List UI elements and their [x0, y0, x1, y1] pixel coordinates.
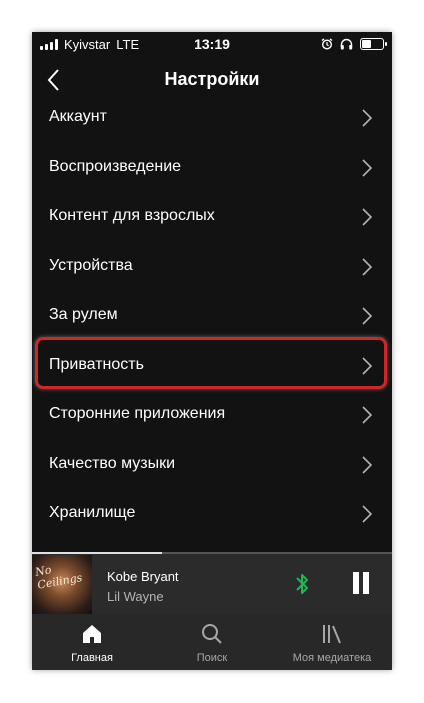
headphones-icon [340, 38, 353, 50]
tab-home[interactable]: Главная [32, 614, 152, 670]
album-cover: No Ceilings [32, 555, 92, 614]
highlight-box [35, 337, 387, 389]
tab-library-label: Моя медиатека [292, 652, 372, 664]
settings-item-label: Сторонние приложения [49, 405, 226, 422]
settings-item[interactable]: Устройства [32, 245, 392, 289]
chevron-right-icon [362, 158, 373, 177]
settings-item-label: Качество музыки [49, 454, 176, 472]
tab-search[interactable]: Поиск [152, 614, 272, 670]
settings-item[interactable]: Хранилище [32, 492, 392, 536]
settings-header: Настройки [32, 60, 392, 100]
album-cover-text: No Ceilings [34, 563, 84, 592]
chevron-right-icon [362, 109, 373, 127]
page-title: Настройки [164, 69, 260, 89]
settings-item[interactable]: Воспроизведение [32, 146, 392, 190]
alarm-icon [321, 38, 333, 50]
chevron-right-icon [362, 455, 373, 474]
phone-screen: Kyivstar LTE 13:19 Настройки Аккаунт Вос… [32, 32, 392, 670]
chevron-right-icon [362, 257, 373, 276]
chevron-right-icon [362, 307, 373, 325]
status-bar: Kyivstar LTE 13:19 [32, 32, 392, 58]
tab-home-label: Главная [71, 652, 113, 664]
battery-icon [360, 38, 387, 50]
library-icon [323, 625, 341, 644]
chevron-right-icon [362, 406, 373, 424]
tab-bar: Главная Поиск Моя медиатека [32, 614, 392, 670]
bluetooth-icon[interactable] [294, 571, 310, 597]
track-title: Kobe Bryant [107, 569, 179, 584]
tab-library[interactable]: Моя медиатека [272, 614, 392, 670]
settings-item-label: За рулем [49, 306, 118, 323]
settings-item[interactable]: Аккаунт [32, 96, 392, 140]
settings-item-label: Воспроизведение [49, 157, 182, 175]
settings-item[interactable]: Контент для взрослых [32, 195, 392, 239]
settings-item-label: Устройства [49, 256, 133, 274]
settings-item[interactable]: Качество музыки [32, 443, 392, 487]
pause-icon [353, 572, 359, 594]
search-icon [202, 624, 222, 644]
pause-icon-bar [363, 572, 369, 594]
pause-button[interactable] [350, 572, 372, 596]
settings-item-label: Контент для взрослых [49, 207, 215, 224]
now-playing-bar[interactable]: No Ceilings Kobe Bryant Lil Wayne [32, 554, 392, 614]
home-icon [83, 625, 101, 643]
settings-item-label: Хранилище [49, 504, 136, 521]
settings-item-label: Аккаунт [49, 108, 107, 125]
tab-search-label: Поиск [196, 652, 228, 664]
status-right [321, 38, 387, 50]
chevron-right-icon [362, 505, 373, 523]
track-artist: Lil Wayne [107, 589, 164, 604]
settings-item[interactable]: За рулем [32, 294, 392, 338]
chevron-right-icon [362, 208, 373, 226]
settings-item[interactable]: Сторонние приложения [32, 393, 392, 437]
